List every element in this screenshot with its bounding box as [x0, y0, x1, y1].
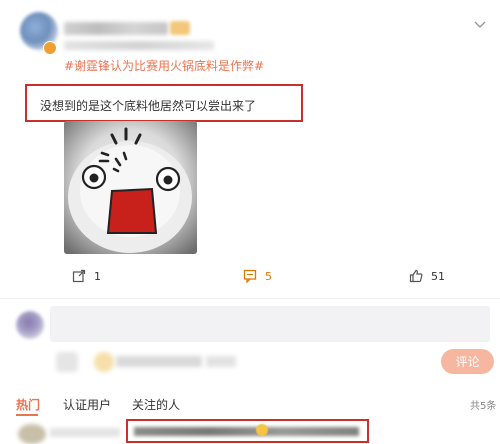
- submit-comment-button[interactable]: 评论: [441, 349, 494, 374]
- comment-input[interactable]: [50, 306, 490, 342]
- member-badge: [170, 21, 190, 35]
- post-image[interactable]: [64, 121, 197, 254]
- option-label: [116, 356, 202, 367]
- tab-following[interactable]: 关注的人: [132, 396, 180, 413]
- divider: [0, 298, 500, 299]
- total-comment-count: 共5条: [470, 401, 497, 412]
- like-count: 51: [431, 269, 445, 283]
- option-label-2: [206, 356, 236, 367]
- comment-icon: [243, 269, 257, 283]
- verified-badge: [43, 41, 57, 55]
- tab-hot[interactable]: 热门: [16, 396, 40, 413]
- comment-button[interactable]: 5: [243, 267, 272, 285]
- commenter-name[interactable]: [50, 428, 120, 437]
- author-name[interactable]: [64, 22, 168, 35]
- emoji-icon[interactable]: [94, 352, 114, 372]
- current-user-avatar: [16, 311, 44, 339]
- active-tab-indicator: [16, 414, 38, 416]
- commenter-avatar[interactable]: [18, 424, 46, 444]
- comment-text: [134, 427, 359, 436]
- like-icon: [409, 269, 423, 283]
- smile-icon: [256, 424, 268, 436]
- like-button[interactable]: 51: [409, 267, 445, 285]
- post-meta: [64, 41, 214, 50]
- chevron-down-icon[interactable]: [472, 16, 488, 28]
- share-button[interactable]: 1: [72, 267, 101, 285]
- forward-checkbox[interactable]: [56, 352, 78, 372]
- share-icon: [72, 269, 86, 283]
- comment-count: 5: [265, 269, 272, 283]
- tab-verified[interactable]: 认证用户: [63, 396, 111, 413]
- post-text: 没想到的是这个底料他居然可以尝出来了: [40, 99, 257, 113]
- hashtag-link[interactable]: #谢霆锋认为比赛用火锅底料是作弊#: [64, 57, 264, 74]
- share-count: 1: [94, 269, 101, 283]
